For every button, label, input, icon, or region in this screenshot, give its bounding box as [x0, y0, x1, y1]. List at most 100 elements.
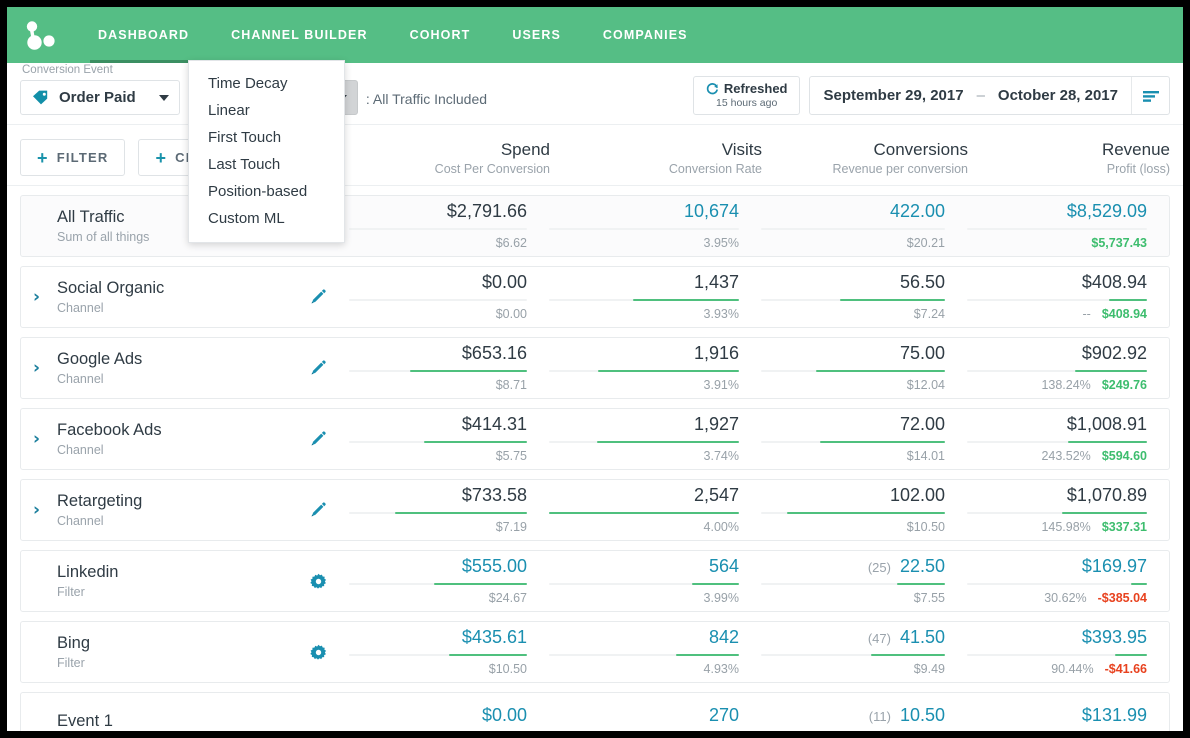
- metric-subvalue-row: $12.04: [761, 378, 945, 392]
- metric-value-row: $555.00: [349, 556, 527, 577]
- metric-subvalue: 3.99%: [703, 591, 739, 606]
- metric-value: $1,008.91: [1066, 413, 1147, 434]
- app-window: DASHBOARD CHANNEL BUILDER COHORT USERS C…: [7, 7, 1183, 731]
- nav-items: DASHBOARD CHANNEL BUILDER COHORT USERS C…: [77, 7, 709, 63]
- metric-cell: $393.95 90.44% -$41.66: [956, 627, 1158, 677]
- date-range-end[interactable]: October 28, 2017: [985, 87, 1131, 104]
- metric-value-row: $131.99: [967, 704, 1147, 726]
- tag-icon: [32, 90, 49, 105]
- row-subtitle: Filter: [57, 584, 85, 599]
- metric-value-row: (11) 10.50: [761, 705, 945, 726]
- refresh-icon: [706, 82, 719, 95]
- dropdown-item-last-touch[interactable]: Last Touch: [189, 151, 344, 178]
- dropdown-item-time-decay[interactable]: Time Decay: [189, 70, 344, 97]
- row-name: Google Ads: [57, 350, 143, 369]
- expand-chevron-icon[interactable]: ›: [33, 287, 51, 307]
- conversion-event-select[interactable]: Order Paid: [20, 80, 180, 115]
- dropdown-item-first-touch[interactable]: First Touch: [189, 124, 344, 151]
- metric-value-row: $1,008.91: [967, 413, 1147, 435]
- metric-percent: 90.44%: [1051, 662, 1094, 677]
- refresh-title: Refreshed: [723, 81, 788, 96]
- table-row[interactable]: › Google Ads Channel $653.16 $8.71 1,916 3.91%…: [20, 337, 1170, 399]
- expand-chevron-icon[interactable]: ›: [33, 429, 51, 449]
- date-range-start[interactable]: September 29, 2017: [810, 87, 976, 104]
- metric-subvalue: 4.00%: [703, 520, 739, 535]
- metric-bar-track: [349, 654, 527, 657]
- metric-bar-track: [349, 512, 527, 515]
- metric-subvalue-row: $7.55: [761, 591, 945, 605]
- dropdown-item-position-based[interactable]: Position-based: [189, 178, 344, 205]
- expand-chevron-icon[interactable]: ›: [33, 500, 51, 520]
- column-header-conversions[interactable]: Conversions Revenue per conversion: [762, 140, 969, 176]
- dropdown-item-custom-ml[interactable]: Custom ML: [189, 205, 344, 232]
- gear-icon[interactable]: [298, 551, 338, 611]
- nav-item-companies[interactable]: COMPANIES: [582, 7, 709, 63]
- table-row[interactable]: ›Event 1 $0.00 270 (11) 10.50 $131.99: [20, 692, 1170, 731]
- row-left: › Facebook Ads Channel: [21, 409, 298, 469]
- sort-list-icon[interactable]: [1131, 77, 1169, 114]
- row-left: ›LinkedinFilter: [21, 551, 298, 611]
- metric-subvalue-row: 3.95%: [549, 236, 739, 250]
- gear-icon[interactable]: [298, 622, 338, 682]
- metric-bar-track: [549, 512, 739, 515]
- row-name: All Traffic: [57, 208, 125, 227]
- column-header-visits[interactable]: Visits Conversion Rate: [550, 140, 762, 176]
- metric-subvalue: $24.67: [488, 591, 527, 606]
- nav-item-dashboard[interactable]: DASHBOARD: [77, 7, 210, 63]
- metric-value: $8,529.09: [1066, 200, 1147, 221]
- metric-value-row: 102.00: [761, 485, 945, 506]
- nav-item-users[interactable]: USERS: [491, 7, 582, 63]
- column-header-revenue[interactable]: Revenue Profit (loss): [968, 140, 1170, 176]
- metric-value: 56.50: [899, 271, 945, 292]
- pencil-icon[interactable]: [298, 480, 338, 540]
- attribution-model-dropdown[interactable]: Time Decay Linear First Touch Last Touch…: [188, 60, 345, 243]
- row-metrics: $555.00 $24.67 564 3.99% (25) 22.50 $7.55 $169.…: [338, 551, 1170, 611]
- table-row[interactable]: ›BingFilter$435.61$10.508424.93%(47)41.5…: [20, 621, 1170, 683]
- table-row[interactable]: › Facebook Ads Channel $414.31 $5.75 1,927 3.7…: [20, 408, 1170, 470]
- metric-subvalue: $20.21: [906, 236, 945, 251]
- metric-value-row: $1,070.89: [967, 484, 1147, 506]
- metric-value-row: $408.94: [967, 272, 1147, 293]
- row-titles: All Traffic Sum of all things: [51, 208, 149, 244]
- metric-bar-fill: [632, 299, 739, 302]
- row-subtitle: Sum of all things: [57, 229, 150, 244]
- pencil-icon[interactable]: [298, 338, 338, 398]
- metric-value-row: $733.58: [349, 485, 527, 506]
- metric-subvalue-row: $7.19: [349, 520, 527, 534]
- metric-cell: 422.00 $20.21: [750, 201, 956, 251]
- table-rows: › All Traffic Sum of all things $2,791.66 $6…: [7, 195, 1183, 731]
- pencil-icon[interactable]: [298, 267, 338, 327]
- app-logo[interactable]: [19, 14, 61, 56]
- metric-value: 564: [708, 555, 739, 576]
- add-filter-button[interactable]: + FILTER: [20, 139, 126, 176]
- pencil-icon[interactable]: [298, 409, 338, 469]
- metric-subvalue: $8.71: [495, 378, 527, 393]
- metric-cell: $408.94 -- $408.94: [956, 272, 1158, 321]
- metric-value: $131.99: [1081, 704, 1147, 725]
- metric-percent: 243.52%: [1041, 449, 1091, 464]
- nav-item-cohort[interactable]: COHORT: [389, 7, 492, 63]
- expand-chevron-icon[interactable]: ›: [33, 358, 51, 378]
- dropdown-item-linear[interactable]: Linear: [189, 97, 344, 124]
- column-title: Visits: [721, 140, 762, 159]
- table-row[interactable]: ›LinkedinFilter$555.00$24.675643.99%(25)…: [20, 550, 1170, 612]
- plus-icon: +: [155, 147, 168, 168]
- metric-paren-value: (11): [868, 708, 891, 724]
- metric-bar-fill: [448, 654, 527, 657]
- metric-value: $653.16: [461, 342, 527, 363]
- refresh-button[interactable]: Refreshed 15 hours ago: [692, 76, 801, 115]
- row-metrics: $435.61 $10.50 842 4.93% (47) 41.50 $9.49 $393.…: [338, 622, 1170, 682]
- table-row[interactable]: › Social Organic Channel $0.00 $0.00 1,437 3.9…: [20, 266, 1170, 328]
- metric-value: $1,070.89: [1066, 484, 1147, 505]
- row-titles: Facebook Ads Channel: [51, 421, 162, 457]
- metric-cell: 10,674 3.95%: [538, 201, 750, 250]
- metric-cell: $653.16 $8.71: [338, 342, 538, 393]
- row-titles: Google Ads Channel: [51, 350, 142, 386]
- table-row[interactable]: › Retargeting Channel $733.58 $7.19 2,547 4.00…: [20, 479, 1170, 541]
- metric-subvalue-row: 4.00%: [549, 520, 739, 534]
- nav-item-channel-builder[interactable]: CHANNEL BUILDER: [210, 7, 388, 63]
- column-header-spend[interactable]: Spend Cost Per Conversion: [350, 140, 550, 176]
- row-subtitle: Filter: [57, 655, 85, 670]
- metric-bar-track: [549, 299, 739, 302]
- row-subtitle: Channel: [57, 371, 104, 386]
